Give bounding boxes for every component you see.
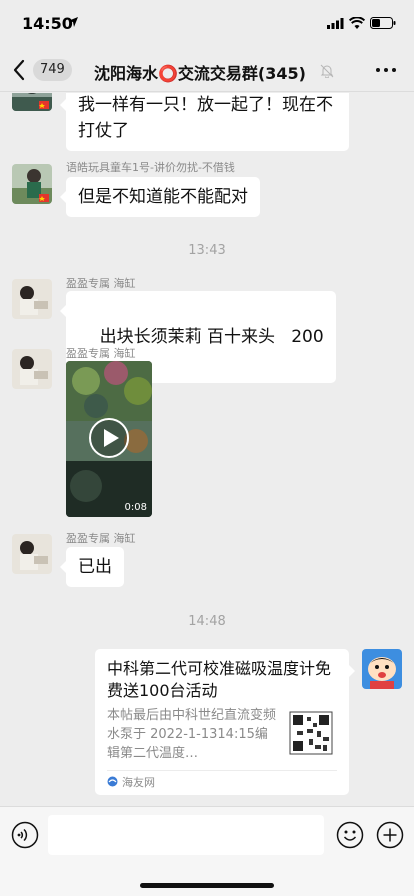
link-card-description: 本帖最后由中科世纪直流变频水泵于 2022-1-1314:15编辑第二代温度… bbox=[107, 708, 277, 761]
status-time: 14:50 bbox=[22, 14, 73, 33]
voice-input-icon[interactable] bbox=[11, 821, 39, 849]
unread-count-badge[interactable]: 749 bbox=[33, 59, 72, 81]
message-input[interactable] bbox=[48, 815, 324, 855]
message-text: 但是不知道能不能配对 bbox=[78, 187, 248, 207]
nav-bar: 749 沈阳海水⭕交流交易群(345) bbox=[0, 48, 414, 92]
message-bubble[interactable]: 已出 bbox=[60, 547, 124, 587]
avatar[interactable] bbox=[12, 534, 52, 574]
link-card-divider bbox=[107, 770, 337, 771]
qr-code-thumbnail bbox=[287, 707, 335, 759]
plus-icon[interactable] bbox=[376, 821, 404, 849]
timestamp: 14:48 bbox=[188, 614, 226, 629]
sender-name: 盈盈专属 海缸 bbox=[66, 277, 136, 290]
back-chevron-icon[interactable] bbox=[12, 59, 26, 81]
home-indicator bbox=[140, 883, 274, 888]
timestamp: 13:43 bbox=[188, 243, 226, 258]
play-icon[interactable] bbox=[88, 417, 130, 459]
battery-icon bbox=[370, 17, 396, 29]
sender-name: 盈盈专属 海缸 bbox=[66, 347, 136, 360]
message-text: 已出 bbox=[78, 557, 112, 577]
link-card[interactable]: 中科第二代可校准磁吸温度计免费送100台活动 本帖最后由中科世纪直流变频水泵于 … bbox=[95, 649, 355, 795]
my-avatar[interactable] bbox=[362, 649, 402, 689]
link-card-source: 海友网 bbox=[122, 776, 155, 789]
sender-name: 语皓玩具童车1号-讲价勿扰-不借钱 bbox=[66, 161, 235, 174]
status-bar: 14:50 bbox=[0, 0, 414, 48]
avatar[interactable] bbox=[12, 164, 52, 204]
emoji-icon[interactable] bbox=[336, 821, 364, 849]
avatar[interactable] bbox=[12, 349, 52, 389]
cellular-signal-icon bbox=[327, 18, 344, 29]
more-options-icon[interactable] bbox=[376, 68, 396, 72]
wifi-icon bbox=[349, 17, 365, 29]
avatar[interactable] bbox=[12, 279, 52, 319]
message-text: 出块长须茉莉 百十来头 200 bbox=[99, 327, 324, 347]
link-card-title: 中科第二代可校准磁吸温度计免费送100台活动 bbox=[107, 659, 332, 700]
video-duration: 0:08 bbox=[124, 502, 147, 513]
mute-bell-icon bbox=[320, 64, 334, 78]
avatar[interactable] bbox=[12, 93, 52, 111]
message-text: 我一样有一只！放一起了！现在不打仗了 bbox=[78, 95, 333, 141]
message-bubble[interactable]: 我一样有一只！放一起了！现在不打仗了 bbox=[60, 93, 349, 151]
sender-name: 盈盈专属 海缸 bbox=[66, 532, 136, 545]
video-message[interactable]: 0:08 bbox=[66, 361, 152, 517]
location-arrow-icon bbox=[68, 17, 78, 27]
chat-message-list[interactable]: 我一样有一只！放一起了！现在不打仗了 语皓玩具童车1号-讲价勿扰-不借钱 但是不… bbox=[0, 93, 414, 806]
input-bar bbox=[0, 806, 414, 896]
chat-title: 沈阳海水⭕交流交易群(345) bbox=[94, 64, 306, 83]
message-bubble[interactable]: 但是不知道能不能配对 bbox=[60, 177, 260, 217]
source-logo-icon bbox=[107, 776, 118, 787]
